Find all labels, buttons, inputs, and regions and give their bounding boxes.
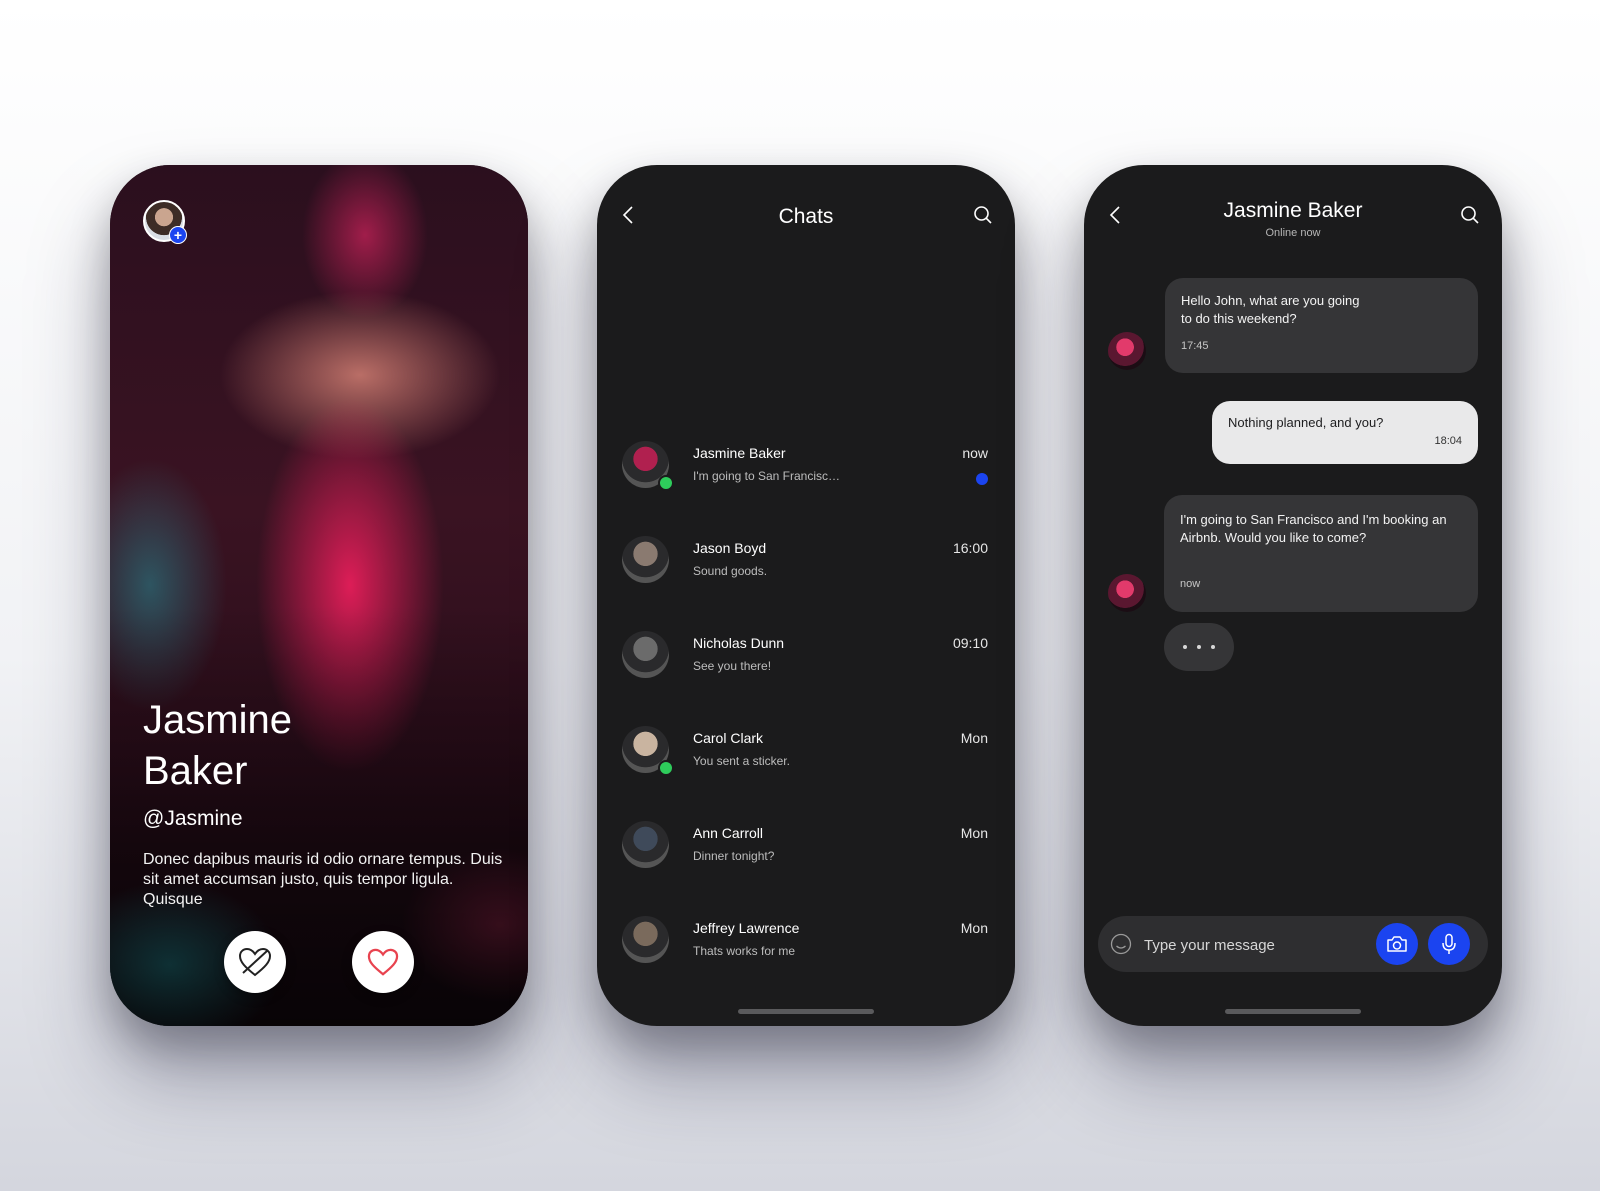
last-message-preview: Dinner tonight?	[693, 849, 775, 863]
contact-name: Jasmine Baker	[693, 445, 786, 461]
online-indicator	[658, 760, 674, 776]
message-time: now	[1180, 578, 1201, 590]
heart-icon	[367, 948, 399, 976]
smiley-icon	[1110, 933, 1132, 955]
profile-screen: + Jasmine Baker @Jasmine Donec dapibus m…	[110, 165, 528, 1026]
avatar	[622, 536, 669, 583]
contact-avatar[interactable]	[1108, 574, 1146, 612]
chat-list-item[interactable]: Nicholas Dunn See you there! 09:10	[597, 627, 1015, 697]
search-icon	[1461, 206, 1479, 224]
avatar	[622, 631, 669, 678]
emoji-button[interactable]	[1110, 933, 1132, 955]
search-icon	[974, 206, 992, 224]
chat-list-item[interactable]: Carol Clark You sent a sticker. Mon	[597, 722, 1015, 792]
microphone-button[interactable]	[1428, 923, 1470, 965]
profile-last-name: Baker	[143, 749, 248, 793]
contact-status: Online now	[1265, 227, 1321, 239]
contact-name: Ann Carroll	[693, 825, 764, 841]
message-time: 18:04	[1434, 435, 1462, 447]
message-text: Hello John, what are you going to do thi…	[1181, 293, 1360, 326]
chat-list-item[interactable]: Jasmine Baker I'm going to San Francisco …	[597, 437, 1015, 507]
contact-avatar[interactable]	[1108, 332, 1146, 370]
message-text: Nothing planned, and you?	[1228, 415, 1384, 430]
profile-first-name: Jasmine	[143, 698, 292, 742]
home-indicator	[1225, 1009, 1361, 1014]
add-story-badge[interactable]: +	[169, 226, 187, 244]
message-bubble-outgoing[interactable]: Nothing planned, and you? 18:04	[1212, 401, 1478, 464]
chat-list-item[interactable]: Jeffrey Lawrence Thats works for me Mon	[597, 912, 1015, 982]
chats-screen: Chats Jasmine Baker I'm going to San Fran…	[597, 165, 1015, 1026]
last-message-time: now	[962, 445, 988, 461]
typing-dot	[1183, 645, 1187, 649]
message-input[interactable]	[1142, 928, 1366, 962]
broken-heart-icon	[238, 947, 272, 977]
chat-list-item[interactable]: Jason Boyd Sound goods. 16:00	[597, 532, 1015, 602]
message-bubble-incoming[interactable]: I'm going to San Francisco and I'm booki…	[1164, 495, 1478, 612]
search-button[interactable]	[1460, 205, 1480, 225]
profile-bio: Donec dapibus mauris id odio ornare temp…	[143, 851, 503, 908]
chat-list-item[interactable]: Ann Carroll Dinner tonight? Mon	[597, 817, 1015, 887]
message-time: 17:45	[1181, 340, 1209, 352]
last-message-time: 09:10	[952, 635, 988, 651]
profile-name: Jasmine Baker	[143, 695, 473, 797]
contact-name: Jasmine Baker	[1223, 199, 1363, 222]
conversation-screen: Jasmine Baker Online now Hello John, wha…	[1084, 165, 1502, 1026]
avatar	[622, 916, 669, 963]
profile-handle: @Jasmine	[143, 807, 243, 830]
last-message-preview: I'm going to San Francisco ...	[693, 469, 843, 483]
last-message-preview: Thats works for me	[693, 944, 796, 958]
contact-name: Carol Clark	[693, 730, 764, 746]
last-message-time: 16:00	[952, 540, 988, 556]
microphone-icon	[1442, 933, 1456, 954]
message-composer	[1098, 916, 1488, 972]
contact-name: Jason Boyd	[693, 540, 767, 556]
last-message-time: Mon	[960, 825, 988, 841]
avatar	[622, 821, 669, 868]
camera-button[interactable]	[1376, 923, 1418, 965]
last-message-preview: Sound goods.	[693, 564, 768, 578]
search-button[interactable]	[973, 205, 993, 225]
last-message-preview: See you there!	[693, 659, 772, 673]
last-message-time: Mon	[960, 730, 988, 746]
contact-name: Jeffrey Lawrence	[693, 920, 800, 936]
last-message-preview: You sent a sticker.	[693, 754, 790, 768]
online-indicator	[658, 475, 674, 491]
dislike-button[interactable]	[224, 931, 286, 993]
message-bubble-incoming[interactable]: Hello John, what are you going to do thi…	[1165, 278, 1478, 373]
typing-dot	[1197, 645, 1201, 649]
contact-name: Nicholas Dunn	[693, 635, 785, 651]
message-text: I'm going to San Francisco and I'm booki…	[1180, 512, 1447, 545]
page-title: Chats	[778, 205, 834, 228]
like-button[interactable]	[352, 931, 414, 993]
typing-indicator	[1164, 623, 1234, 671]
last-message-time: Mon	[960, 920, 988, 936]
typing-dot	[1211, 645, 1215, 649]
camera-icon	[1387, 936, 1407, 952]
unread-indicator	[976, 473, 988, 485]
home-indicator	[738, 1009, 874, 1014]
